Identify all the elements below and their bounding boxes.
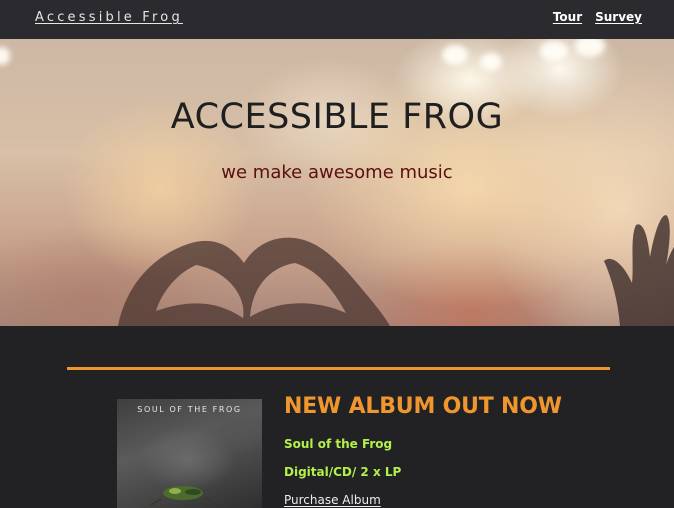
brand-link[interactable]: Accessible Frog <box>35 10 183 25</box>
album-formats: Digital/CD/ 2 x LP <box>284 465 402 479</box>
hero-title: ACCESSIBLE FROG <box>170 97 504 137</box>
album-heading: NEW ALBUM OUT NOW <box>284 394 562 419</box>
nav-link-tour[interactable]: Tour <box>553 10 582 24</box>
top-nav-bar: Accessible Frog Tour Survey <box>0 0 674 39</box>
hero-subtitle: we make awesome music <box>221 162 453 183</box>
hero-banner: ACCESSIBLE FROG we make awesome music <box>0 39 674 326</box>
album-name: Soul of the Frog <box>284 437 393 451</box>
nav-link-survey[interactable]: Survey <box>595 10 642 24</box>
nav-links: Tour Survey <box>553 10 642 24</box>
frog-image <box>150 486 216 506</box>
album-cover: SOUL OF THE FROG <box>117 399 262 508</box>
section-divider <box>67 367 610 370</box>
purchase-album-link[interactable]: Purchase Album <box>284 493 381 507</box>
